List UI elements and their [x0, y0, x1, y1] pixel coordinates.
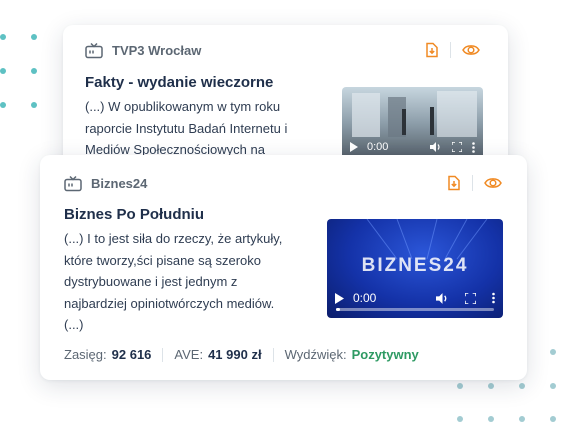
download-file-icon[interactable]: [447, 174, 461, 192]
card-source: Biznes24: [64, 175, 147, 192]
card-title[interactable]: Biznes Po Południu: [64, 206, 204, 223]
divider: [272, 347, 274, 362]
source-name: Biznes24: [91, 176, 148, 191]
metric-value: 92 616: [111, 347, 152, 362]
source-name: TVP3 Wrocław: [112, 43, 202, 58]
more-options-icon[interactable]: [472, 141, 475, 153]
card-excerpt: (...) W opublikowanym w tym roku raporci…: [85, 99, 288, 157]
media-card-biznes24[interactable]: Biznes24 Biznes Po Południu (...) I to j…: [40, 155, 527, 380]
fullscreen-icon[interactable]: [465, 292, 476, 304]
eye-icon[interactable]: [462, 43, 480, 57]
tv-icon: [64, 175, 82, 192]
video-player[interactable]: BIZNES24 0:00: [327, 219, 503, 318]
video-time: 0:00: [367, 141, 389, 153]
card-title[interactable]: Fakty - wydanie wieczorne: [85, 74, 273, 91]
metric-reach: Zasięg: 92 616: [64, 347, 151, 362]
card-metrics: Zasięg: 92 616 AVE: 41 990 zł Wydźwięk: Poz…: [64, 347, 419, 362]
eye-icon[interactable]: [484, 176, 502, 190]
volume-icon[interactable]: [436, 292, 449, 304]
more-options-icon[interactable]: [492, 292, 495, 304]
card-source: TVP3 Wrocław: [85, 42, 201, 59]
download-file-icon[interactable]: [425, 41, 439, 59]
card-actions: [425, 41, 480, 59]
divider: [472, 175, 473, 191]
metric-label: Wydźwięk:: [284, 347, 347, 362]
sentiment-value: Pozytywny: [351, 347, 419, 362]
metric-ave: AVE: 41 990 zł: [174, 347, 261, 362]
volume-icon[interactable]: [430, 142, 442, 152]
metric-label: Zasięg:: [64, 347, 107, 362]
card-actions: [447, 174, 502, 192]
play-icon[interactable]: [350, 142, 358, 152]
tv-icon: [85, 42, 103, 59]
channel-logo: BIZNES24: [361, 255, 469, 276]
video-time: 0:00: [353, 291, 377, 305]
divider: [162, 347, 164, 362]
divider: [450, 42, 451, 58]
metric-sentiment: Wydźwięk: Pozytywny: [285, 347, 419, 362]
metric-value: 41 990 zł: [208, 347, 262, 362]
card-excerpt: (...) I to jest siła do rzeczy, że artyk…: [64, 231, 283, 332]
video-controls: 0:00: [327, 278, 503, 318]
video-progress[interactable]: [336, 308, 494, 311]
fullscreen-icon[interactable]: [452, 142, 462, 152]
metric-label: AVE:: [174, 347, 204, 362]
play-icon[interactable]: [335, 292, 344, 304]
